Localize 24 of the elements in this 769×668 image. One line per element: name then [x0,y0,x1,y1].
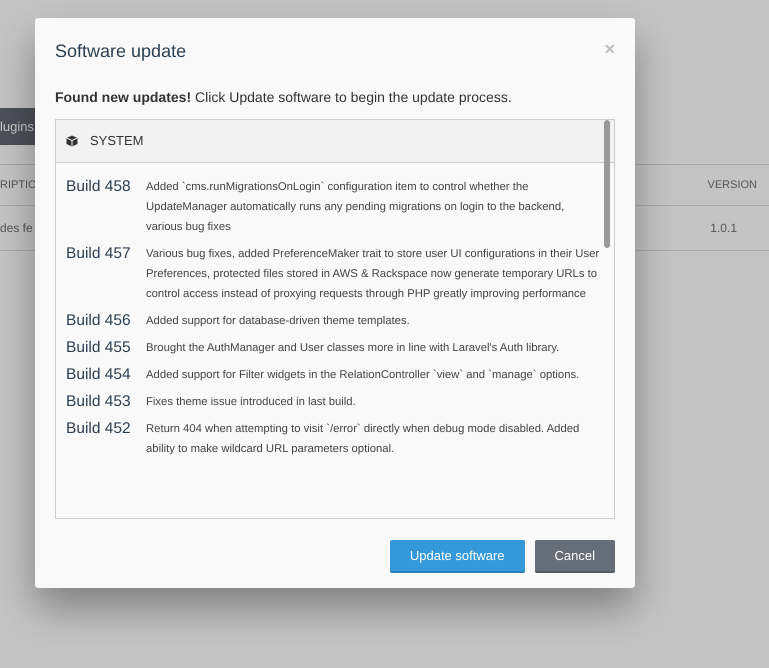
build-number: Build 456 [66,311,132,331]
table-cell-text: des fe [0,220,33,237]
build-number: Build 455 [66,338,132,358]
intro-text: Found new updates! Click Update software to begin the update process. [55,88,513,107]
build-notes: Added `cms.runMigrationsOnLogin` configuration item to control whether the UpdateManager automatically runs any pending migrations on login to the backend, various bug fixes [146,180,566,235]
build-notes: Brought the AuthManager and User classes more in line with Laravel's Auth library. [146,341,560,356]
build-number: Build 453 [66,392,132,412]
column-header: VERSION [707,178,757,193]
build-number: Build 458 [66,177,132,197]
build-notes: Fixes theme issue introduced in last build. [146,395,356,410]
build-notes: Return 404 when attempting to visit `/error` directly when debug mode disabled. Added ability to make wildcard URL parameters optional. [146,422,580,457]
dialog-title: Software update [55,40,186,63]
box-icon [66,135,78,147]
table-cell-text: 1.0.1 [710,220,737,237]
build-number: Build 457 [66,244,132,264]
update-button[interactable]: Update software [390,540,525,573]
build-notes: Various bug fixes, added PreferenceMaker trait to store user UI configurations in their User Preferences, protected files stored in AWS & Rackspace now generate temporary URLs to control access instead of proxying requests through PHP greatly improving performance [146,247,600,302]
build-number: Build 454 [66,365,132,385]
cancel-button[interactable]: Cancel [534,540,615,573]
build-notes: Added support for Filter widgets in the RelationController `view` and `manage` options. [146,368,580,383]
build-number: Build 452 [66,419,132,439]
build-notes: Added support for database-driven theme templates. [146,314,410,329]
section-title: SYSTEM [90,132,144,150]
toolbar-button[interactable]: lugins [0,108,35,145]
